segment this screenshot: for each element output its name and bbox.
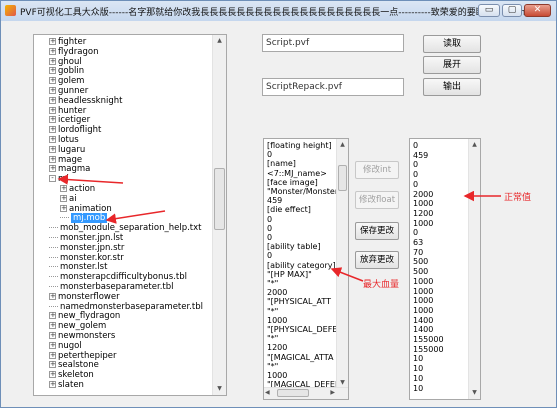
client-area: + fighter + flydragon + ghoul + goblin + golem + gu… xyxy=(7,25,551,403)
title-bar[interactable]: PVF可视化工具大众版------名字那就给你改我長長長長長長長長長長長長長長長… xyxy=(1,1,556,21)
minimize-icon: ▭ xyxy=(484,5,494,15)
close-icon: ✕ xyxy=(533,5,542,15)
app-window: PVF可视化工具大众版------名字那就给你改我長長長長長長長長長長長長長長長… xyxy=(0,0,557,408)
minimize-button[interactable]: ▭ xyxy=(478,4,500,17)
restore-icon: ▢ xyxy=(507,5,517,15)
restore-button[interactable]: ▢ xyxy=(502,4,522,17)
arrow-to-hp-max xyxy=(330,267,364,282)
arrow-to-mj-folder xyxy=(57,174,124,185)
arrow-to-mj-mob xyxy=(105,210,166,224)
app-icon xyxy=(5,5,16,16)
close-button[interactable]: ✕ xyxy=(524,4,551,17)
annotation-arrows xyxy=(57,174,501,282)
window-title: PVF可视化工具大众版------名字那就给你改我長長長長長長長長長長長長長長長… xyxy=(20,8,532,18)
